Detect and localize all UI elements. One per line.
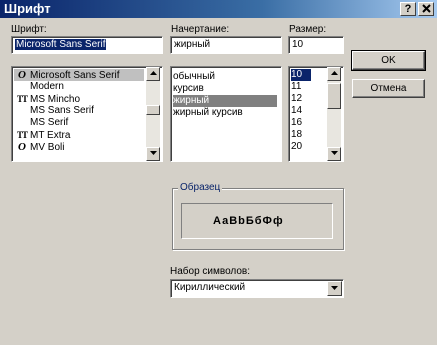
size-list-scrollbar[interactable]	[327, 67, 341, 161]
size-field[interactable]: 10	[288, 36, 344, 54]
window-title: Шрифт	[4, 1, 51, 16]
size-list[interactable]: 10 11 12 14 16 18 20	[288, 66, 344, 162]
font-name-value: Microsoft Sans Serif	[15, 39, 107, 50]
arrow-up-icon	[149, 71, 157, 75]
style-label: Начертание:	[171, 24, 230, 35]
size-item-20[interactable]: 20	[291, 141, 302, 153]
charset-value: Кириллический	[174, 282, 246, 293]
font-list-scrollbar[interactable]	[146, 67, 160, 161]
close-icon	[421, 4, 431, 13]
help-button[interactable]: ?	[400, 2, 416, 16]
opentype-icon: O	[18, 141, 26, 153]
size-item-12[interactable]: 12	[291, 93, 302, 105]
scroll-up-button[interactable]	[146, 67, 160, 81]
sample-text: АаВbБбФф	[213, 215, 284, 227]
truetype-icon: TT	[16, 130, 28, 140]
font-item-ms-serif[interactable]: MS Serif	[14, 117, 68, 129]
charset-combo[interactable]: Кириллический	[170, 279, 344, 298]
font-item-mt-extra[interactable]: TT MT Extra	[14, 129, 70, 141]
font-item-microsoft-sans-serif[interactable]: O Microsoft Sans Serif	[14, 69, 144, 81]
font-item-mv-boli[interactable]: O MV Boli	[14, 141, 64, 153]
scroll-thumb[interactable]	[146, 105, 160, 115]
scroll-up-button[interactable]	[327, 67, 341, 81]
charset-dropdown-button[interactable]	[327, 281, 342, 296]
font-list[interactable]: O Microsoft Sans Serif Modern TT MS Mincho…	[11, 66, 163, 162]
size-value: 10	[292, 39, 304, 50]
scroll-down-button[interactable]	[327, 147, 341, 161]
scroll-down-button[interactable]	[146, 147, 160, 161]
font-item-ms-sans-serif[interactable]: MS Sans Serif	[14, 105, 94, 117]
font-label: Шрифт:	[11, 24, 47, 35]
size-label: Размер:	[289, 24, 327, 35]
font-item-modern[interactable]: Modern	[14, 81, 64, 93]
truetype-icon: TT	[16, 94, 28, 104]
arrow-up-icon	[330, 71, 338, 75]
ok-button[interactable]: OK	[351, 50, 426, 71]
style-list[interactable]: обычный курсив жирный жирный курсив	[170, 66, 282, 162]
title-bar[interactable]: Шрифт ?	[0, 0, 437, 18]
size-item-18[interactable]: 18	[291, 129, 302, 141]
scroll-thumb[interactable]	[327, 83, 341, 109]
style-item-regular[interactable]: обычный	[173, 71, 215, 83]
arrow-down-icon	[149, 151, 157, 155]
style-item-bold[interactable]: жирный	[173, 95, 277, 107]
sample-label: Образец	[178, 182, 223, 194]
size-item-11[interactable]: 11	[291, 81, 301, 93]
font-name-field[interactable]: Microsoft Sans Serif	[11, 36, 163, 54]
opentype-icon: O	[18, 69, 26, 81]
font-item-ms-mincho[interactable]: TT MS Mincho	[14, 93, 80, 105]
style-item-bold-italic[interactable]: жирный курсив	[173, 107, 243, 119]
style-item-italic[interactable]: курсив	[173, 83, 204, 95]
chevron-down-icon	[331, 286, 338, 290]
close-button[interactable]	[418, 2, 434, 16]
charset-label: Набор символов:	[170, 266, 251, 277]
cancel-button[interactable]: Отмена	[352, 79, 425, 98]
sample-preview: АаВbБбФф	[181, 203, 333, 239]
style-value: жирный	[174, 39, 211, 50]
sample-group: АаВbБбФф	[172, 188, 344, 250]
size-item-10[interactable]: 10	[291, 69, 311, 81]
style-field[interactable]: жирный	[170, 36, 282, 54]
font-dialog: Шрифт ? Шрифт: Microsoft Sans Serif O Mic…	[0, 0, 437, 345]
help-icon: ?	[404, 3, 412, 15]
arrow-down-icon	[330, 151, 338, 155]
size-item-16[interactable]: 16	[291, 117, 302, 129]
size-item-14[interactable]: 14	[291, 105, 302, 117]
